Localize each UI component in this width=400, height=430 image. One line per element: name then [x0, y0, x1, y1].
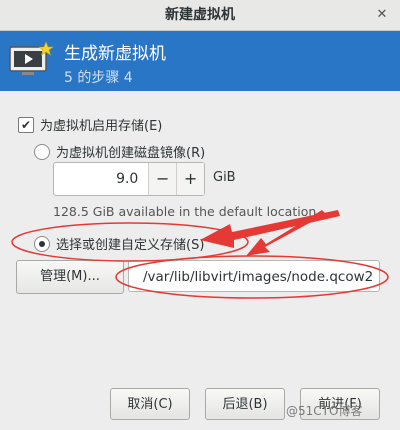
disk-size-value[interactable]: 9.0: [54, 163, 148, 195]
window-titlebar: 新建虚拟机 ✕: [0, 0, 400, 31]
close-icon[interactable]: ✕: [372, 5, 392, 25]
wizard-title: 生成新虚拟机: [64, 44, 166, 64]
watermark: @51CTO博客: [286, 404, 363, 418]
create-image-radio-row[interactable]: 为虚拟机创建磁盘镜像(R): [34, 142, 205, 161]
available-space-text: 128.5 GiB available in the default locat…: [53, 204, 317, 219]
storage-path-input[interactable]: /var/lib/libvirt/images/node.qcow2: [128, 260, 380, 292]
enable-storage-label: 为虚拟机启用存储(E): [40, 119, 163, 134]
custom-storage-radio-row[interactable]: 选择或创建自定义存储(S): [34, 234, 204, 253]
virtual-machine-icon: [9, 42, 54, 75]
back-button[interactable]: 后退(B): [205, 388, 285, 420]
enable-storage-checkbox[interactable]: ✔: [18, 116, 34, 133]
window-title: 新建虚拟机: [165, 7, 235, 23]
wizard-header: 生成新虚拟机 5 的步骤 4: [0, 31, 400, 91]
create-image-label: 为虚拟机创建磁盘镜像(R): [56, 146, 206, 161]
custom-storage-radio[interactable]: [34, 235, 50, 252]
decrement-button[interactable]: −: [148, 163, 177, 195]
enable-storage-checkbox-row[interactable]: ✔ 为虚拟机启用存储(E): [18, 115, 162, 134]
size-unit: GiB: [213, 170, 236, 185]
manage-button[interactable]: 管理(M)...: [16, 260, 124, 294]
custom-storage-label: 选择或创建自定义存储(S): [56, 238, 205, 253]
wizard-step: 5 的步骤 4: [64, 70, 133, 86]
increment-button[interactable]: +: [176, 163, 204, 195]
cancel-button[interactable]: 取消(C): [110, 388, 190, 420]
disk-size-stepper[interactable]: 9.0 − +: [53, 162, 205, 196]
create-image-radio[interactable]: [34, 143, 50, 160]
